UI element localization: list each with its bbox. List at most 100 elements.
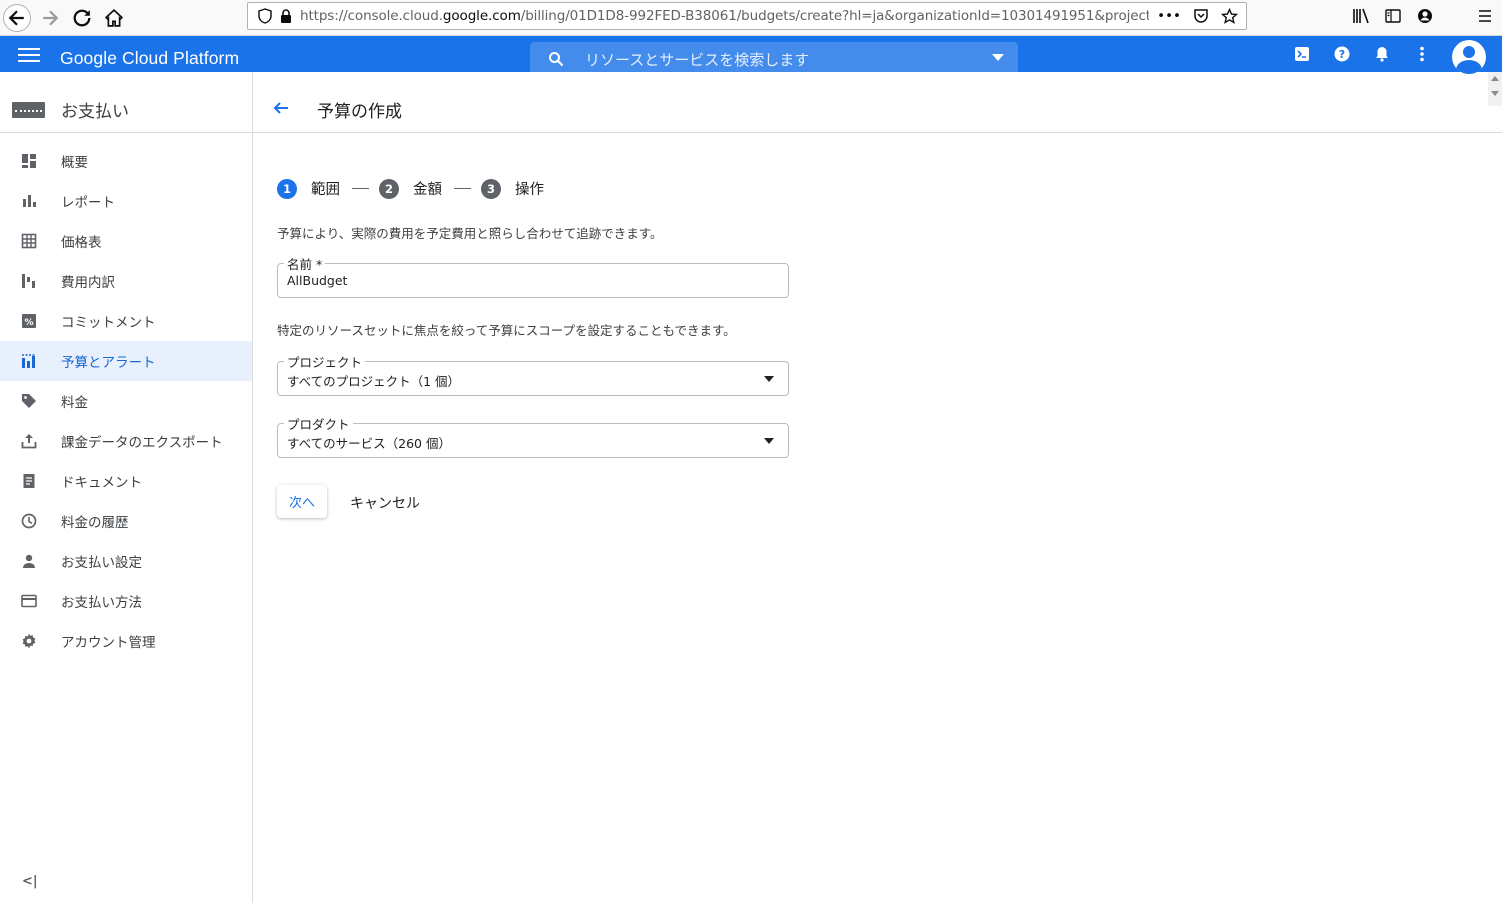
collapse-sidebar-button[interactable]: <|	[22, 874, 38, 889]
browser-menu-icon[interactable]	[1476, 4, 1494, 28]
step-3-label[interactable]: 操作	[515, 178, 544, 199]
step-3-number[interactable]: 3	[481, 178, 501, 199]
pocket-icon[interactable]	[1193, 8, 1209, 24]
url-prefix: https://console.cloud.	[300, 8, 443, 24]
budget-name-field[interactable]: 名前 * AllBudget	[277, 254, 789, 298]
document-icon	[0, 473, 61, 489]
sidebar-header: お支払い	[0, 72, 252, 133]
percent-icon: %	[0, 313, 61, 329]
sidebar-item-pricing-history[interactable]: 料金の履歴	[0, 501, 252, 541]
step-1-label[interactable]: 範囲	[311, 178, 340, 199]
page-title: 予算の作成	[317, 102, 402, 122]
sidebar-item-label: 料金の履歴	[61, 515, 129, 531]
sidebar-item-label: アカウント管理	[61, 635, 156, 651]
sidebar-item-label: 課金データのエクスポート	[61, 435, 223, 451]
arrow-right-icon	[43, 10, 59, 26]
step-2-number[interactable]: 2	[379, 178, 399, 199]
scope-description: 特定のリソースセットに焦点を絞って予算にスコープを設定することもできます。	[277, 323, 736, 338]
back-button[interactable]	[3, 4, 31, 32]
sidebar-item-price-table[interactable]: 価格表	[0, 221, 252, 261]
person-icon	[0, 553, 61, 569]
back-arrow-icon[interactable]	[273, 100, 289, 119]
sidebar-item-pricing[interactable]: 料金	[0, 381, 252, 421]
forward-button[interactable]	[36, 4, 64, 32]
more-vert-icon[interactable]	[1402, 46, 1442, 62]
product-select[interactable]: プロダクト すべてのサービス（260 個）	[277, 414, 789, 458]
sidebar-item-budgets-alerts[interactable]: 予算とアラート	[0, 341, 252, 381]
sidebar-item-label: 料金	[61, 395, 88, 411]
sidebar-item-overview[interactable]: 概要	[0, 141, 252, 181]
reload-button[interactable]	[68, 4, 96, 32]
sidebar: お支払い 概要 レポート 価格表 費用内訳 % コミットメント 予算とアラート	[0, 72, 253, 903]
sidebar-item-label: 費用内訳	[61, 275, 115, 291]
sidebar-item-label: お支払い設定	[61, 555, 142, 571]
step-divider	[352, 188, 369, 189]
next-button[interactable]: 次へ	[277, 485, 327, 518]
reload-icon	[73, 9, 91, 27]
sidebar-toggle-icon[interactable]	[1384, 4, 1402, 28]
sidebar-title: お支払い	[61, 102, 129, 122]
sidebar-item-payment-settings[interactable]: お支払い設定	[0, 541, 252, 581]
name-field-value[interactable]: AllBudget	[287, 273, 347, 288]
sidebar-item-reports[interactable]: レポート	[0, 181, 252, 221]
dropdown-arrow-icon[interactable]	[764, 376, 774, 382]
hamburger-menu-icon[interactable]	[18, 44, 40, 64]
sidebar-item-account-management[interactable]: アカウント管理	[0, 621, 252, 661]
bookmark-star-icon[interactable]	[1221, 7, 1238, 25]
home-icon	[105, 9, 123, 27]
lock-icon[interactable]	[276, 9, 296, 23]
url-text[interactable]: https://console.cloud.google.com/billing…	[296, 8, 1149, 24]
url-path: /billing/01D1D8-992FED-B38061/budgets/cr…	[520, 8, 1149, 24]
page-actions-button[interactable]: •••	[1157, 8, 1181, 24]
bar-chart-icon	[0, 193, 61, 209]
cloud-shell-icon[interactable]	[1282, 46, 1322, 62]
address-bar[interactable]: https://console.cloud.google.com/billing…	[247, 2, 1247, 30]
cancel-button[interactable]: キャンセル	[350, 493, 420, 513]
table-icon	[0, 233, 61, 249]
help-icon[interactable]: ?	[1322, 46, 1362, 62]
gear-icon	[0, 633, 61, 649]
waterfall-icon	[0, 273, 61, 289]
stepper: 1 範囲 2 金額 3 操作	[277, 178, 544, 199]
sidebar-item-cost-breakdown[interactable]: 費用内訳	[0, 261, 252, 301]
home-button[interactable]	[100, 4, 128, 32]
product-select-value: すべてのサービス（260 個）	[287, 436, 451, 451]
sidebar-item-payment-method[interactable]: お支払い方法	[0, 581, 252, 621]
intro-text: 予算により、実際の費用を予定費用と照らし合わせて追跡できます。	[277, 226, 663, 241]
tracking-shield-icon[interactable]	[254, 8, 276, 24]
sidebar-item-label: レポート	[61, 195, 115, 211]
search-icon	[549, 52, 564, 67]
search-dropdown-icon[interactable]	[992, 54, 1004, 61]
credit-card-icon	[0, 593, 61, 609]
sidebar-nav: 概要 レポート 価格表 費用内訳 % コミットメント 予算とアラート 料金 課金	[0, 141, 252, 661]
sidebar-item-label: 予算とアラート	[61, 355, 156, 371]
arrow-left-icon	[8, 10, 24, 26]
project-field-label: プロジェクト	[284, 352, 366, 371]
step-2-label[interactable]: 金額	[413, 178, 442, 199]
project-select[interactable]: プロジェクト すべてのプロジェクト（1 個）	[277, 352, 789, 396]
account-icon[interactable]	[1416, 4, 1434, 28]
browser-toolbar: https://console.cloud.google.com/billing…	[0, 0, 1502, 36]
svg-text:?: ?	[1339, 48, 1345, 61]
avatar[interactable]	[1452, 40, 1486, 74]
sidebar-item-label: 概要	[61, 155, 88, 171]
url-domain: google.com	[442, 8, 521, 24]
budget-icon	[0, 353, 61, 369]
app-header: Google Cloud Platform リソースとサービスを検索します ?	[0, 36, 1502, 78]
product-name[interactable]: Google Cloud Platform	[60, 48, 239, 69]
step-divider	[454, 188, 471, 189]
sidebar-item-commitments[interactable]: % コミットメント	[0, 301, 252, 341]
sidebar-item-label: ドキュメント	[61, 475, 142, 491]
name-field-label: 名前 *	[284, 254, 326, 273]
notifications-bell-icon[interactable]	[1362, 46, 1402, 62]
sidebar-item-billing-export[interactable]: 課金データのエクスポート	[0, 421, 252, 461]
dashboard-icon	[0, 153, 61, 169]
step-1-number[interactable]: 1	[277, 178, 297, 199]
product-field-label: プロダクト	[284, 414, 353, 433]
search-placeholder: リソースとサービスを検索します	[585, 51, 810, 69]
dropdown-arrow-icon[interactable]	[764, 438, 774, 444]
page-header: 予算の作成	[253, 72, 1502, 133]
library-icon[interactable]	[1352, 4, 1370, 28]
sidebar-item-documents[interactable]: ドキュメント	[0, 461, 252, 501]
sidebar-item-label: コミットメント	[61, 315, 156, 331]
